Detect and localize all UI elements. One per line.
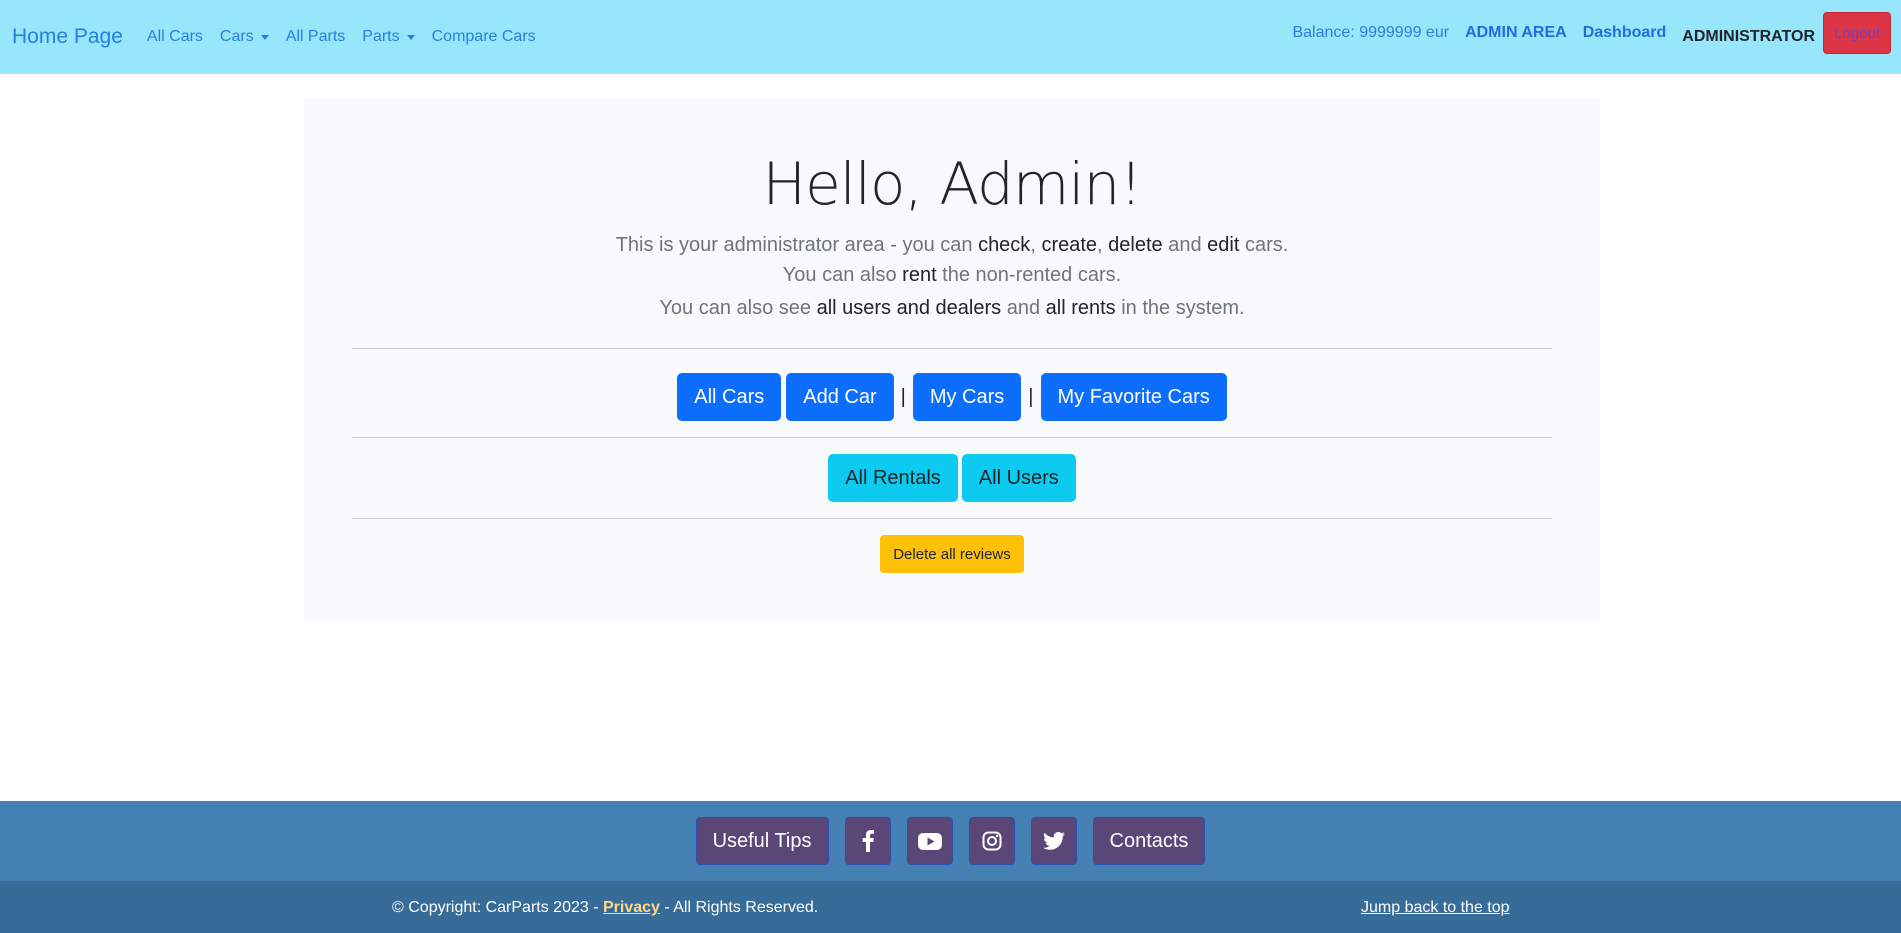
all-users-button[interactable]: All Users — [961, 454, 1076, 502]
intro-line-2: You can also rent the non-rented cars. — [304, 264, 1600, 287]
copyright-suffix: - All Rights Reserved. — [659, 899, 819, 916]
contacts-button[interactable]: Contacts — [1092, 817, 1206, 865]
intro-text: cars. — [1239, 234, 1289, 256]
nav-all-cars[interactable]: All Cars — [147, 28, 203, 46]
all-rentals-button[interactable]: All Rentals — [828, 454, 958, 502]
twitter-icon[interactable] — [1030, 817, 1077, 865]
top-navbar: Home Page All Cars Cars All Parts Parts … — [0, 0, 1901, 74]
emphasis-check: check — [978, 234, 1031, 256]
chevron-down-icon — [260, 34, 269, 40]
chevron-down-icon — [406, 34, 415, 40]
intro-text: and — [1001, 297, 1046, 319]
privacy-link[interactable]: Privacy — [603, 899, 660, 916]
intro-text: This is your administrator area - you ca… — [615, 234, 979, 256]
reviews-actions-row: Delete all reviews — [304, 535, 1600, 573]
nav-parts-label: Parts — [362, 28, 400, 45]
separator: | — [900, 385, 906, 408]
nav-all-parts[interactable]: All Parts — [286, 28, 346, 46]
facebook-icon[interactable] — [844, 817, 891, 865]
emphasis-delete: delete — [1108, 234, 1163, 256]
intro-text: , — [1097, 234, 1109, 256]
intro-text: in the system. — [1115, 297, 1245, 319]
car-actions-row: All Cars Add Car | My Cars | My Favorite… — [304, 373, 1600, 421]
page-title: Hello, Admin! — [762, 150, 1143, 218]
intro-text: the non-rented cars. — [936, 264, 1122, 286]
emphasis-rent: rent — [902, 264, 937, 286]
emphasis-users-dealers: all users and dealers — [816, 297, 1002, 319]
footer-copyright-bar: © Copyright: CarParts 2023 - Privacy - A… — [0, 881, 1901, 933]
intro-line-3: You can also see all users and dealers a… — [304, 297, 1600, 320]
dashboard-link[interactable]: Dashboard — [1583, 24, 1667, 42]
youtube-icon[interactable] — [906, 817, 953, 865]
copyright-prefix: © Copyright: CarParts 2023 - — [392, 899, 603, 916]
admin-actions-row: All Rentals All Users — [304, 454, 1600, 502]
nav-parts-dropdown[interactable]: Parts — [362, 28, 415, 46]
intro-text: You can also see — [659, 297, 817, 319]
logout-button[interactable]: Logout — [1823, 12, 1891, 54]
separator: | — [1028, 385, 1034, 408]
delete-all-reviews-button[interactable]: Delete all reviews — [880, 535, 1024, 573]
add-car-button[interactable]: Add Car — [786, 373, 894, 421]
emphasis-all-rents: all rents — [1045, 297, 1116, 319]
copyright-text: © Copyright: CarParts 2023 - Privacy - A… — [392, 899, 818, 917]
brand-home-link[interactable]: Home Page — [12, 25, 123, 49]
divider — [352, 518, 1552, 519]
emphasis-edit: edit — [1207, 234, 1240, 256]
intro-line-1: This is your administrator area - you ca… — [304, 234, 1600, 257]
nav-compare-cars[interactable]: Compare Cars — [432, 28, 536, 46]
user-role-label: ADMINISTRATOR — [1682, 28, 1815, 45]
nav-cars-dropdown[interactable]: Cars — [220, 28, 269, 46]
jump-to-top-link[interactable]: Jump back to the top — [1361, 899, 1510, 917]
instagram-icon[interactable] — [968, 817, 1015, 865]
divider — [352, 348, 1552, 349]
intro-text: , — [1030, 234, 1042, 256]
balance-text: Balance: 9999999 eur — [1292, 24, 1450, 41]
emphasis-create: create — [1041, 234, 1098, 256]
my-cars-button[interactable]: My Cars — [912, 373, 1022, 421]
useful-tips-button[interactable]: Useful Tips — [695, 817, 829, 865]
intro-text: and — [1162, 234, 1208, 256]
all-cars-button[interactable]: All Cars — [677, 373, 782, 421]
divider — [352, 437, 1552, 438]
nav-right-group: Balance: 9999999 eur ADMIN AREA Dashboar… — [1292, 12, 1891, 54]
footer-links-bar: Useful Tips Contacts — [0, 801, 1901, 881]
admin-jumbotron: Hello, Admin! This is your administrator… — [304, 98, 1600, 621]
my-favorite-cars-button[interactable]: My Favorite Cars — [1040, 373, 1227, 421]
intro-text: You can also — [782, 264, 903, 286]
nav-cars-label: Cars — [219, 28, 254, 45]
admin-area-link[interactable]: ADMIN AREA — [1465, 24, 1567, 42]
